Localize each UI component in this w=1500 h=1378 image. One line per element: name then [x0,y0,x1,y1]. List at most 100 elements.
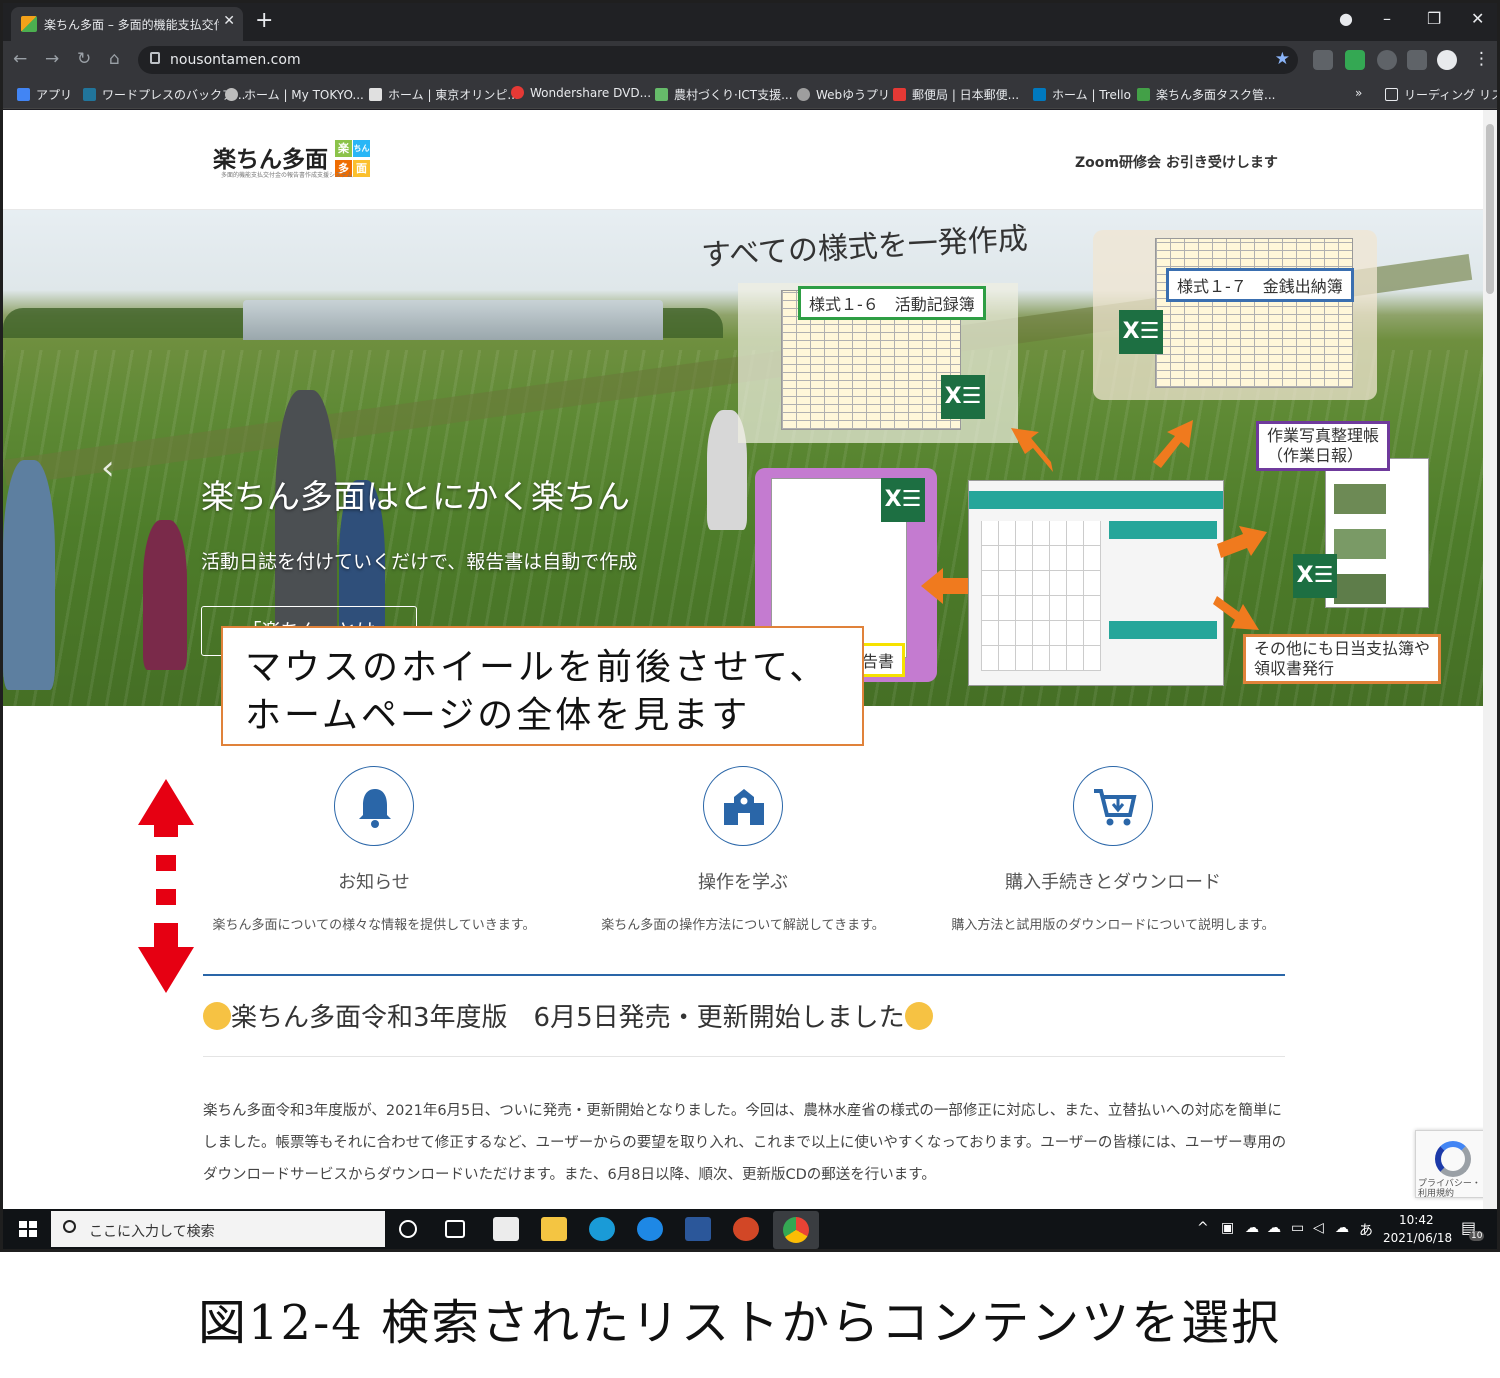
chrome-icon [783,1217,809,1243]
home-icon[interactable]: ⌂ [109,49,120,69]
school-icon[interactable] [703,766,783,846]
bookmark-star-icon[interactable]: ★ [1275,49,1290,69]
cortana-icon[interactable] [399,1220,417,1238]
bookmark-item[interactable]: Webゆうプリ [797,86,890,103]
orange-arrow [1213,596,1259,630]
ime-indicator[interactable]: あ [1359,1220,1373,1240]
powerpoint-icon[interactable] [733,1217,759,1241]
orange-arrow [1217,526,1267,558]
page-scrollbar[interactable] [1483,110,1497,1209]
maximize-button[interactable]: ❐ [1427,9,1441,28]
logo-tile: ちん [353,140,370,157]
address-bar[interactable]: nousontamen.com ★ [138,46,1298,74]
zoom-training-link[interactable]: Zoom研修会 お引き受けします [1075,152,1278,172]
close-window-button[interactable]: ✕ [1471,9,1484,28]
tray-chevron-icon[interactable]: ^ [1197,1220,1209,1236]
feature-purchase[interactable]: 購入手続きとダウンロード 購入方法と試用版のダウンロードについて説明します。 [933,766,1293,933]
callout-line-1: マウスのホイールを前後させて、 [245,647,829,688]
menu-kebab-icon[interactable]: ⋮ [1473,49,1490,69]
bookmark-item[interactable]: 楽ちん多面タスク管... [1137,86,1275,103]
check-extension-icon[interactable] [1345,50,1365,70]
sync-extension-icon[interactable] [1377,50,1397,70]
file-explorer-icon[interactable] [541,1217,567,1241]
forward-arrow-icon[interactable]: → [45,49,59,69]
clock-date[interactable]: 2021/06/18 [1383,1231,1452,1245]
profile-avatar-icon[interactable] [1437,50,1457,70]
windows-start-icon[interactable] [19,1221,37,1237]
new-tab-button[interactable]: + [255,8,273,33]
cart-download-icon[interactable] [1073,766,1153,846]
search-icon [63,1220,76,1233]
taskbar-search-box[interactable]: ここに入力して検索 [51,1211,385,1247]
tray-meet-icon[interactable]: ▣ [1221,1220,1234,1236]
trello-icon [1137,88,1150,101]
orange-arrow [1153,420,1193,468]
profile-badge-icon[interactable]: ● [1339,9,1353,28]
minimize-button[interactable]: – [1383,9,1391,28]
store-icon[interactable] [493,1217,519,1241]
news-title-rule [203,1056,1285,1057]
clock-time[interactable]: 10:42 [1399,1213,1434,1227]
internet-explorer-icon[interactable] [637,1217,663,1241]
section-divider [203,974,1285,976]
cloud-upload-icon[interactable]: ☁ [1245,1220,1259,1236]
word-icon[interactable] [685,1217,711,1241]
bookmark-item[interactable]: ホーム | Trello [1033,86,1131,103]
bookmark-item[interactable]: ワードプレスのバックア... [83,86,245,103]
onedrive-icon[interactable]: ☁ [1335,1220,1349,1236]
logo-tile: 楽 [335,140,352,157]
site-logo[interactable]: 楽ちん多面 [213,140,328,174]
reading-list-button[interactable]: リーディング リスト [1385,86,1497,103]
recaptcha-badge[interactable]: プライバシー・ 利用規約 [1415,1130,1489,1199]
network-icon[interactable]: ▭ [1291,1220,1304,1236]
bell-icon[interactable] [334,766,414,846]
bookmark-item[interactable]: Wondershare DVD... [511,86,651,100]
site-icon [225,88,238,101]
bookmarks-bar: アプリ ワードプレスのバックア... ホーム | My TOKYO... ホーム… [3,79,1497,109]
bookmarks-overflow-button[interactable]: » [1355,86,1362,100]
windows-taskbar: ここに入力して検索 ^ ▣ ☁ ☁ ▭ ◁ ☁ あ 10:42 2021/06/… [3,1209,1497,1249]
url-text[interactable]: nousontamen.com [170,52,301,68]
tab-title: 楽ちん多面 – 多面的機能支払交付 [44,18,219,32]
site-favicon-icon [21,16,37,32]
bookmark-apps[interactable]: アプリ [17,86,72,103]
grin-emoji-icon [203,1002,231,1030]
browser-tab[interactable]: 楽ちん多面 – 多面的機能支払交付 ✕ [11,7,243,41]
taskbar-search-placeholder[interactable]: ここに入力して検索 [89,1221,215,1241]
bookmark-item[interactable]: ホーム | My TOKYO... [225,86,364,103]
bookmark-item[interactable]: 農村づくり·ICT支援... [655,86,793,103]
trello-icon [1033,88,1046,101]
bookmark-item[interactable]: 郵便局 | 日本郵便... [893,86,1019,103]
reading-list-icon [1385,88,1398,101]
notification-badge: 10 [1469,1231,1485,1241]
feature-learn[interactable]: 操作を学ぶ 楽ちん多面の操作方法について解説してきます。 [563,766,923,933]
callout-line-2: ホームページの全体を見ます [245,695,751,736]
tab-close-icon[interactable]: ✕ [223,13,235,29]
volume-icon[interactable]: ◁ [1313,1220,1324,1236]
cloud-upload-icon[interactable]: ☁ [1267,1220,1281,1236]
japanpost-icon [893,88,906,101]
edge-icon[interactable] [589,1217,615,1241]
puzzle-extensions-icon[interactable] [1407,50,1427,70]
feature-title[interactable]: 操作を学ぶ [563,868,923,894]
feature-title[interactable]: 購入手続きとダウンロード [933,868,1293,894]
bookmark-item[interactable]: ホーム | 東京オリンピ... [369,86,519,103]
feature-description: 楽ちん多面の操作方法について解説してきます。 [601,918,885,933]
scrollbar-thumb[interactable] [1486,124,1494,294]
browser-tab-strip: 楽ちん多面 – 多面的機能支払交付 ✕ + ● – ❐ ✕ [3,3,1497,41]
site-icon [655,88,668,101]
scroll-updown-arrow-icon [138,779,194,993]
apps-grid-icon [17,88,30,101]
reload-icon[interactable]: ↻ [77,49,91,69]
site-icon [369,88,382,101]
recaptcha-terms[interactable]: プライバシー・ 利用規約 [1418,1179,1481,1199]
back-arrow-icon[interactable]: ← [13,49,27,69]
feature-title[interactable]: お知らせ [194,868,554,894]
feature-news[interactable]: お知らせ 楽ちん多面についての様々な情報を提供していきます。 [194,766,554,933]
logo-subtitle: 多面的機能支払交付金の報告書作成支援システム [221,172,353,179]
task-view-icon[interactable] [445,1220,465,1238]
camera-extension-icon[interactable] [1313,50,1333,70]
news-title[interactable]: 楽ちん多面令和3年度版 6月5日発売・更新開始しました [203,997,933,1034]
wondershare-icon [511,86,524,99]
wordpress-icon [83,88,96,101]
